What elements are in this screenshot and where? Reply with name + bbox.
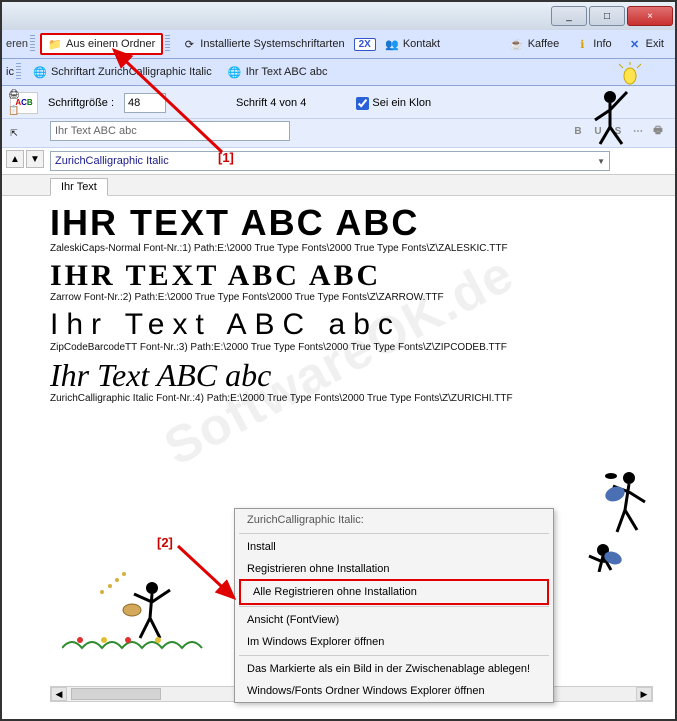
close-icon: ✕ [628,37,642,51]
truncated-text: eren [6,38,28,50]
annotation-marker-2: [2] [157,535,173,550]
strike-button[interactable]: S [609,123,627,139]
twox-button[interactable]: 2X [354,38,376,51]
text-input-row: ⇱ B U S ⋯ 🖶 [2,119,675,148]
annotation-marker-1: [1] [218,150,234,165]
sample-text-input[interactable] [50,121,290,141]
globe-icon: 🌐 [33,65,47,79]
menu-item-explorer[interactable]: Im Windows Explorer öffnen [235,631,553,653]
info-button[interactable]: ℹ Info [568,34,618,54]
clone-checkbox-row[interactable]: Sei ein Klon [356,97,431,110]
from-folder-button[interactable]: 📁 Aus einem Ordner [40,33,163,55]
sample-path: ZipCodeBarcodeTT Font-Nr.:3) Path:E:\200… [50,342,665,353]
font-count-label: Schrift 4 von 4 [236,97,306,109]
folder-icon: 📁 [48,37,62,51]
context-menu-title: ZurichCalligraphic Italic: [235,509,553,531]
refresh-icon: ⟳ [182,37,196,51]
next-font-button[interactable]: ▼ [26,150,44,168]
font-history-item[interactable]: 🌐 Ihr Text ABC abc [221,62,335,82]
tab-your-text[interactable]: Ihr Text [50,178,108,196]
chevron-down-icon: ▼ [597,157,605,166]
globe-icon: 🌐 [228,65,242,79]
scroll-left-button[interactable]: ◀ [51,687,67,701]
window-close-button[interactable]: × [627,6,673,26]
menu-item-install[interactable]: Install [235,536,553,558]
sample-text: IHR TEXT ABC ABC [50,260,665,292]
contact-button[interactable]: 👥 Kontakt [378,34,447,54]
sample-path: Zarrow Font-Nr.:2) Path:E:\2000 True Typ… [50,292,665,303]
font-size-input[interactable] [124,93,166,113]
menu-item-clipboard-image[interactable]: Das Markierte als ein Bild in der Zwisch… [235,658,553,680]
sample-text: IHR TEXT ABC ABC [50,204,665,242]
print-icon[interactable]: 🖶 [649,123,667,139]
truncated-text: ic [6,66,14,78]
prev-font-button[interactable]: ▲ [6,150,24,168]
font-sample[interactable]: Ihr Text ABC abc ZipCodeBarcodeTT Font-N… [50,309,665,353]
people-icon: 👥 [385,37,399,51]
clone-checkbox-label: Sei ein Klon [372,97,431,109]
sample-text: Ihr Text ABC abc [50,309,665,341]
tool-icon[interactable]: 🖨 [6,87,22,101]
window-maximize-button[interactable]: □ [589,6,625,26]
scroll-thumb[interactable] [71,688,161,700]
toolbar-grip [16,63,21,81]
installed-fonts-button[interactable]: ⟳ Installierte Systemschriftarten [175,34,351,54]
toolbar-fonts: ic 🌐 Schriftart ZurichCalligraphic Itali… [2,59,675,86]
bold-button[interactable]: B [569,123,587,139]
menu-separator [239,606,549,607]
menu-item-register-all[interactable]: Alle Registrieren ohne Installation [239,579,549,605]
tool-icon[interactable]: ⇱ [6,126,22,140]
more-icon[interactable]: ⋯ [629,123,647,139]
menu-separator [239,533,549,534]
tool-icon[interactable]: 📋 [6,103,22,117]
sample-path: ZurichCalligraphic Italic Font-Nr.:4) Pa… [50,393,665,404]
cup-icon: ☕ [510,37,524,51]
menu-item-register[interactable]: Registrieren ohne Installation [235,558,553,580]
window-minimize-button[interactable]: _ [551,6,587,26]
font-sample[interactable]: IHR TEXT ABC ABC Zarrow Font-Nr.:2) Path… [50,260,665,304]
clone-checkbox[interactable] [356,97,369,110]
info-icon: ℹ [575,37,589,51]
coffee-button[interactable]: ☕ Kaffee [503,34,567,54]
font-size-label: Schriftgröße : [48,97,114,109]
controls-row: 🖨 📋 ACB Schriftgröße : Schrift 4 von 4 S… [2,86,675,119]
underline-button[interactable]: U [589,123,607,139]
side-buttons: 🖨 📋 [6,87,22,117]
menu-separator [239,655,549,656]
exit-button[interactable]: ✕ Exit [621,34,671,54]
tab-row: Ihr Text [2,175,675,196]
menu-item-fontview[interactable]: Ansicht (FontView) [235,609,553,631]
format-buttons: B U S ⋯ 🖶 [569,123,667,139]
toolbar-main: eren 📁 Aus einem Ordner ⟳ Installierte S… [2,30,675,59]
font-name-row: ▲ ▼ ZurichCalligraphic Italic ▼ [2,148,675,175]
sample-path: ZaleskiCaps-Normal Font-Nr.:1) Path:E:\2… [50,243,665,254]
font-history-item[interactable]: 🌐 Schriftart ZurichCalligraphic Italic [26,62,219,82]
toolbar-grip [165,35,170,53]
font-sample[interactable]: IHR TEXT ABC ABC ZaleskiCaps-Normal Font… [50,204,665,254]
titlebar: _ □ × [2,2,675,30]
side-buttons: ⇱ [6,126,22,140]
toolbar-grip [30,35,35,53]
context-menu: ZurichCalligraphic Italic: Install Regis… [234,508,554,703]
font-sample[interactable]: Ihr Text ABC abc ZurichCalligraphic Ital… [50,359,665,405]
scroll-right-button[interactable]: ▶ [636,687,652,701]
menu-item-fonts-folder[interactable]: Windows/Fonts Ordner Windows Explorer öf… [235,680,553,702]
font-name-dropdown[interactable]: ZurichCalligraphic Italic ▼ [50,151,610,171]
sample-text: Ihr Text ABC abc [50,359,665,393]
